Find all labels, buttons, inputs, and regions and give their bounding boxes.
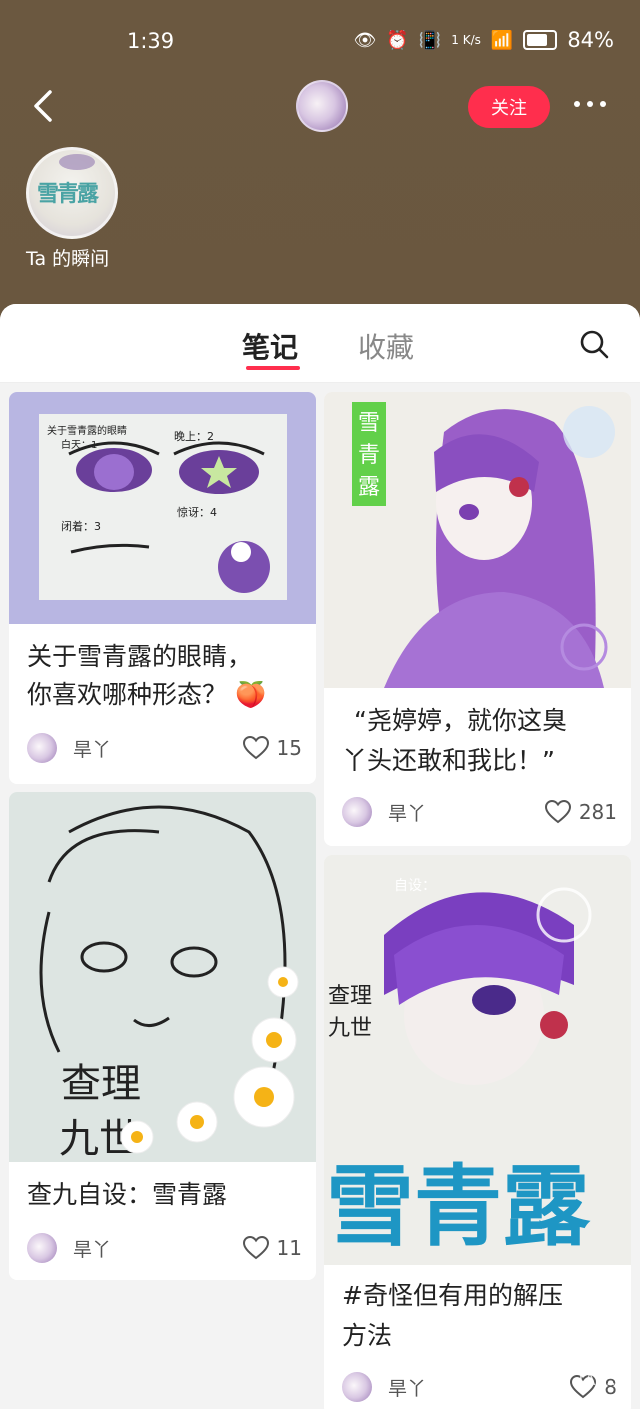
note-cover-sketch: 查理 九世 — [9, 792, 316, 1162]
active-tab-indicator — [246, 366, 300, 370]
status-time: 1:39 — [127, 29, 175, 53]
sketch2-text-1: 查理 — [328, 984, 372, 1009]
note-title-line1: #奇怪但有用的解压 — [342, 1281, 563, 1310]
eyes-label-surprised: 惊讶：4 — [177, 505, 217, 519]
cover-vertical-text-3: 露 — [358, 475, 380, 500]
note-card[interactable]: 查理 九世 查九自设：雪青露 旱丫 11 — [9, 792, 316, 1280]
note-title-line2: 方法 — [342, 1321, 393, 1350]
note-cover-eyes: 关于雪青露的眼睛 白天：1 晚上：2 闭着：3 惊讶：4 — [9, 392, 316, 624]
note-title-line2: 丫头还敢和我比！” — [342, 746, 555, 775]
notes-sheet: 笔记 收藏 关于雪青露的眼睛 白天：1 晚上：2 闭着：3 惊讶：4 关于雪青露… — [0, 304, 640, 1409]
tab-bar: 笔记 收藏 — [0, 304, 640, 383]
note-card[interactable]: 自设： 查理 九世 雪青露 #奇怪但有用的解压 方法 旱丫 8 — [324, 855, 631, 1409]
peach-emoji-icon: 🍑 — [234, 680, 267, 709]
watermark: 小红书号：TAY... — [495, 1370, 616, 1389]
battery-percent: 84% — [567, 28, 614, 52]
like-count: 15 — [276, 736, 302, 760]
follow-button[interactable]: 关注 — [468, 86, 550, 128]
wifi-icon: 📶 — [490, 29, 514, 51]
search-icon[interactable] — [578, 328, 610, 360]
eyes-label-closed: 闭着：3 — [61, 519, 101, 533]
note-card[interactable]: 雪 青 露 “尧婷婷，就你这臭 丫头还敢和我比！” 旱丫 281 — [324, 392, 631, 846]
author-avatar[interactable] — [342, 797, 372, 827]
sketch-text-1: 查理 — [61, 1061, 141, 1107]
vibrate-icon: 📳 — [418, 29, 442, 51]
author-avatar[interactable] — [27, 733, 57, 763]
note-title-line1: 查九自设：雪青露 — [27, 1180, 228, 1209]
author-avatar[interactable] — [27, 1233, 57, 1263]
like-count: 281 — [578, 800, 617, 824]
status-icons: 👁 ⏰ 📳 1 K/s 📶 84% — [354, 28, 614, 52]
alarm-icon: ⏰ — [386, 29, 409, 51]
moment-thumbnail-text: 雪青露 — [37, 182, 99, 207]
heart-icon — [242, 1236, 269, 1260]
tab-collections[interactable]: 收藏 — [358, 326, 414, 366]
eyes-label-night: 晚上：2 — [174, 430, 214, 443]
status-bar: 1:39 👁 ⏰ 📳 1 K/s 📶 84% — [0, 22, 640, 62]
back-arrow-icon[interactable] — [28, 86, 62, 126]
moment-thumbnail-art — [59, 154, 95, 170]
note-title-line1: 关于雪青露的眼睛， — [27, 642, 253, 671]
note-card[interactable]: 关于雪青露的眼睛 白天：1 晚上：2 闭着：3 惊讶：4 关于雪青露的眼睛， 你… — [9, 392, 316, 784]
cover-vertical-text-2: 青 — [358, 443, 380, 468]
author-name[interactable]: 旱丫 — [73, 1235, 111, 1262]
eye-icon: 👁 — [353, 29, 377, 51]
like-count: 11 — [276, 1236, 302, 1260]
user-avatar[interactable] — [296, 80, 348, 132]
tab-notes[interactable]: 笔记 — [242, 326, 298, 366]
top-nav: 关注 — [0, 78, 640, 134]
note-meta: 旱丫 11 — [27, 1232, 302, 1264]
like-button[interactable]: 11 — [242, 1236, 302, 1260]
note-title-line1: “尧婷婷，就你这臭 — [354, 706, 567, 735]
heart-icon — [544, 800, 571, 824]
note-meta: 旱丫 281 — [342, 796, 617, 828]
note-cover-big-text: 自设： 查理 九世 雪青露 — [324, 855, 631, 1265]
note-cover-girl-purple: 雪 青 露 — [324, 392, 631, 688]
moment-thumbnail[interactable]: 雪青露 — [26, 147, 118, 239]
like-button[interactable]: 281 — [544, 800, 617, 824]
author-name[interactable]: 旱丫 — [388, 1374, 426, 1401]
author-avatar[interactable] — [342, 1372, 372, 1402]
cover-vertical-text-1: 雪 — [358, 411, 380, 436]
heart-icon — [242, 736, 269, 760]
more-options-icon[interactable] — [574, 94, 610, 114]
sticker-text: 自设： — [394, 878, 436, 894]
note-title-line2: 你喜欢哪种形态？ 🍑 — [27, 680, 267, 709]
like-button[interactable]: 15 — [242, 736, 302, 760]
moments-label: Ta 的瞬间 — [26, 248, 110, 270]
net-speed: 1 K/s — [451, 33, 481, 47]
eyes-title: 关于雪青露的眼睛 — [47, 424, 127, 437]
big-cover-text: 雪青露 — [326, 1155, 591, 1258]
author-name[interactable]: 旱丫 — [73, 735, 111, 762]
note-meta: 旱丫 15 — [27, 732, 302, 764]
battery-icon — [523, 30, 558, 50]
author-name[interactable]: 旱丫 — [388, 799, 426, 826]
sketch2-text-2: 九世 — [328, 1016, 372, 1041]
